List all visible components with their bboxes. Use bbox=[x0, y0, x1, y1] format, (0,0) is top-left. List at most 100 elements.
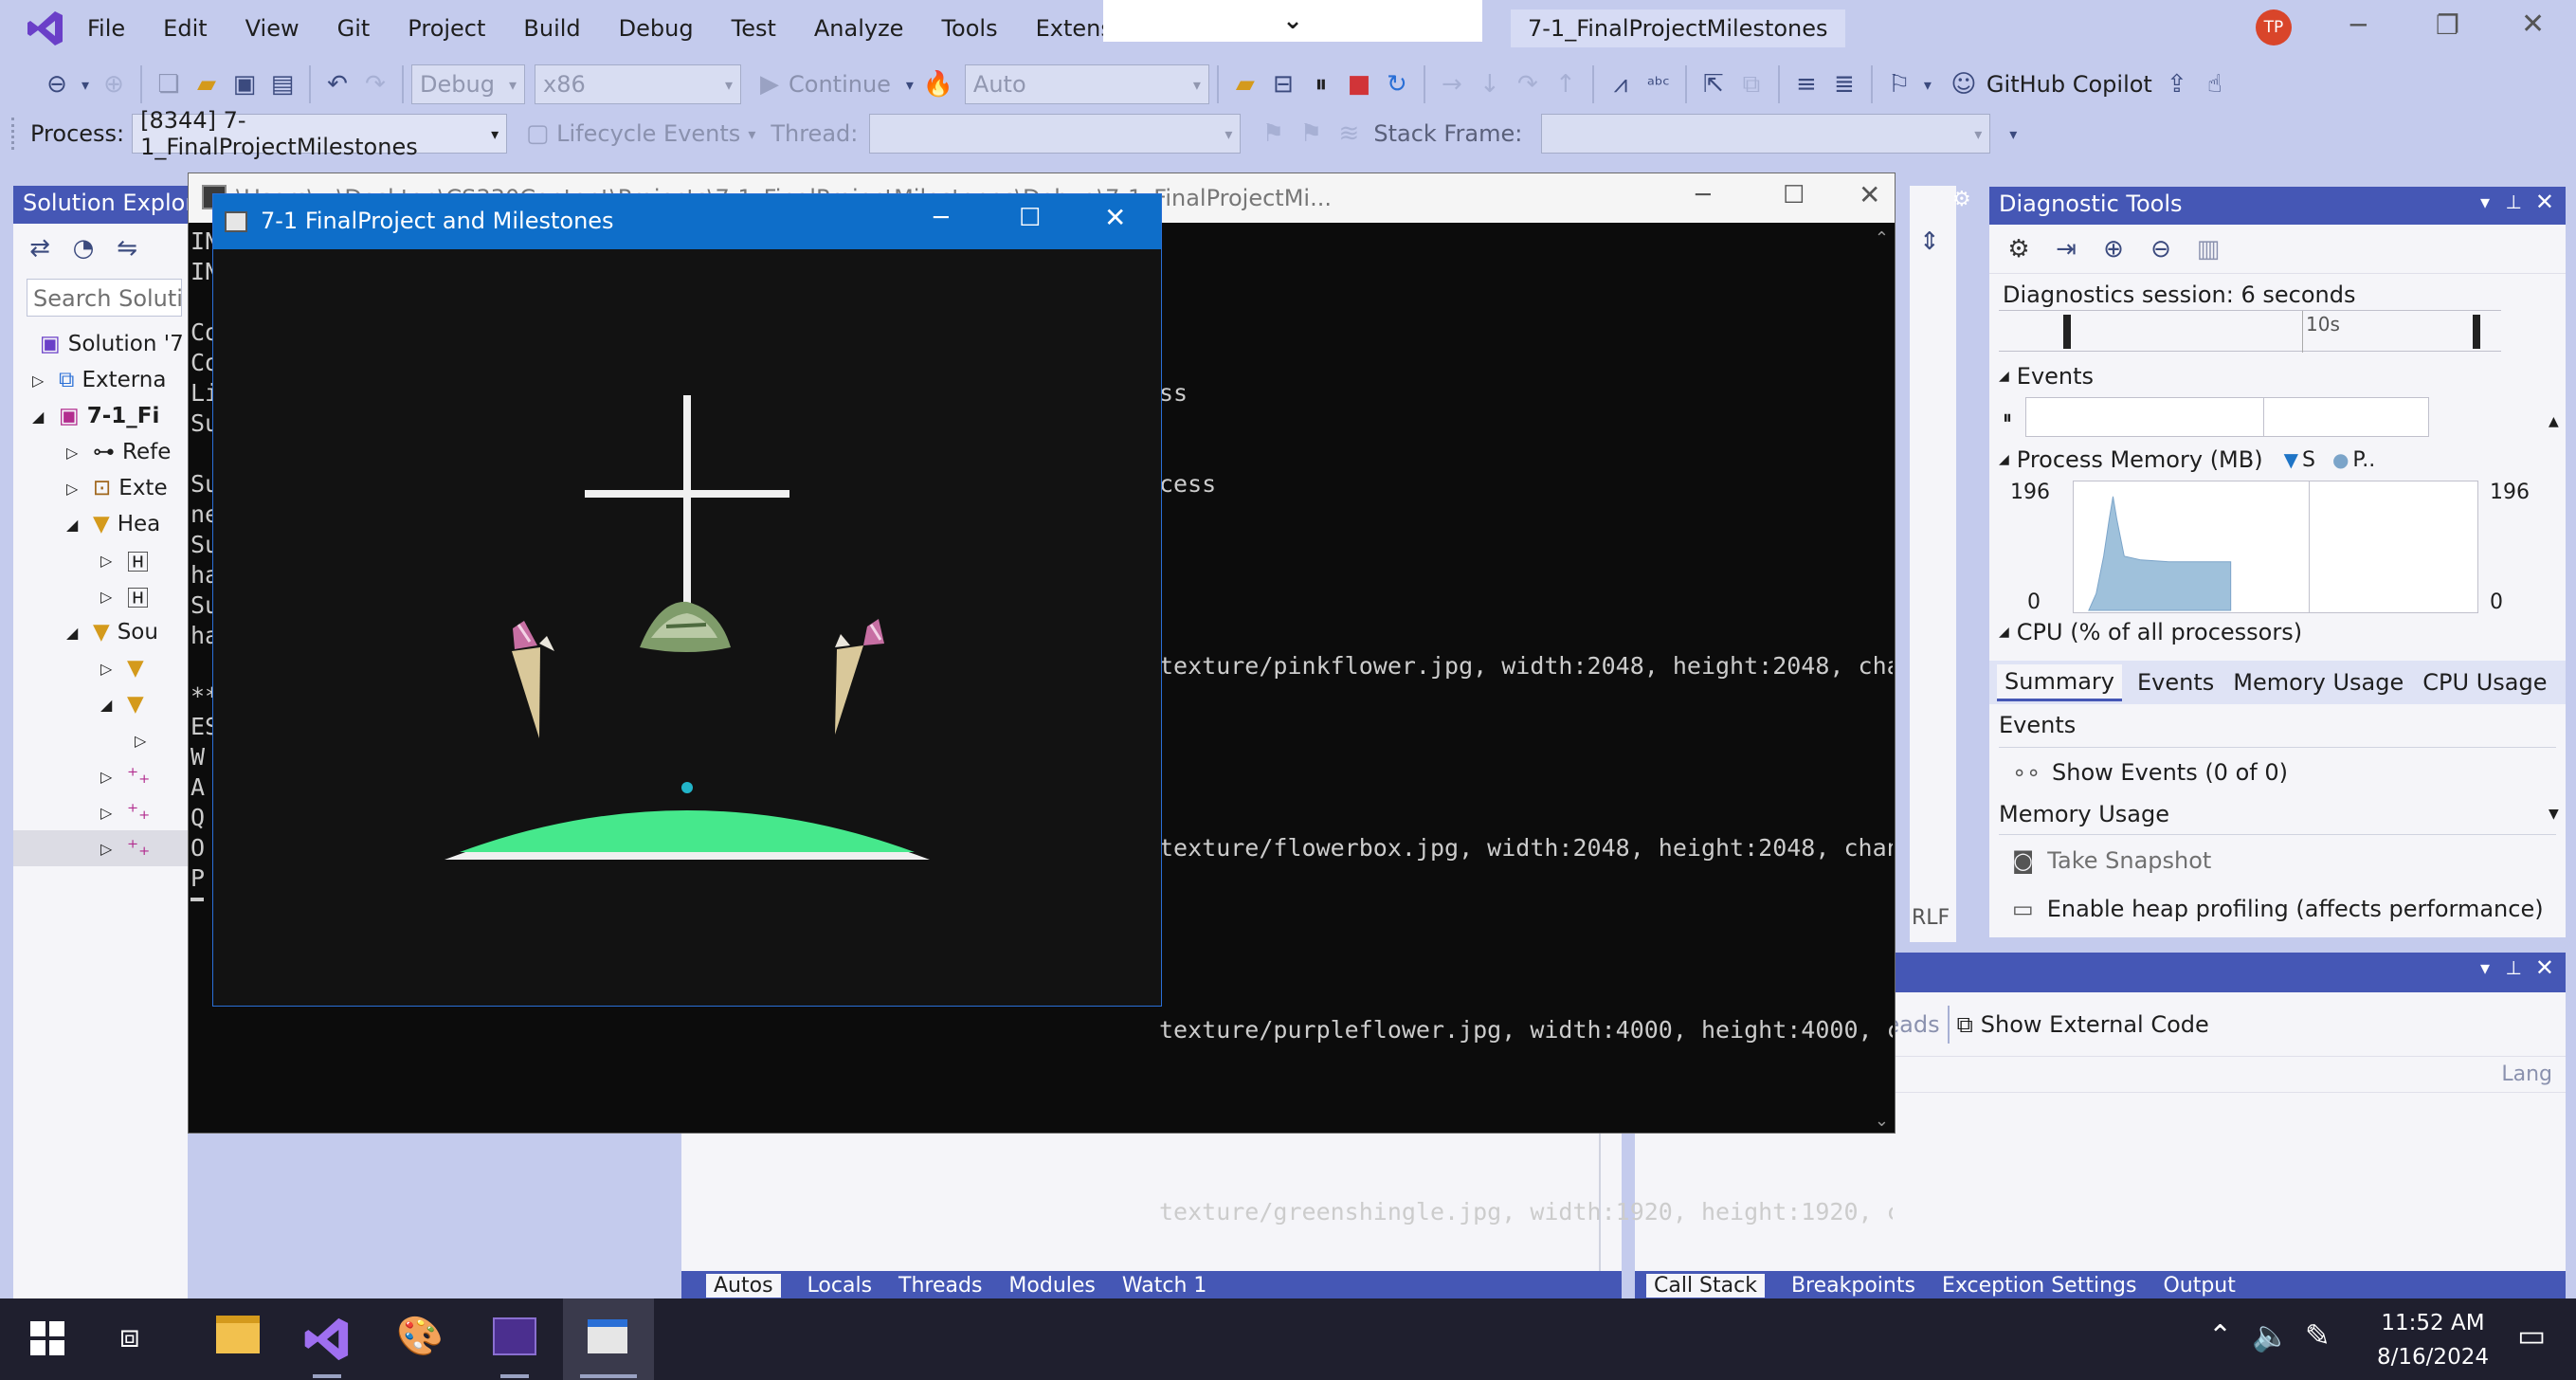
heap-profiling-row[interactable]: ▭ Enable heap profiling (affects perform… bbox=[1999, 886, 2556, 932]
restart-icon[interactable]: ↻ bbox=[1378, 65, 1416, 103]
feedback-icon[interactable]: ☝ bbox=[2196, 65, 2234, 103]
take-snapshot-row[interactable]: ◙ Take Snapshot bbox=[1999, 835, 2556, 886]
tree-item[interactable]: ▷ 🄷 bbox=[13, 542, 188, 578]
volume-icon[interactable]: 🔈 bbox=[2252, 1317, 2290, 1353]
forward-icon[interactable]: ⊕ bbox=[95, 65, 133, 103]
menu-build[interactable]: Build bbox=[523, 15, 580, 42]
lifecycle-icon[interactable]: ▢ bbox=[518, 115, 556, 153]
menu-tools[interactable]: Tools bbox=[941, 15, 997, 42]
paint-icon[interactable]: 🎨 bbox=[396, 1314, 444, 1358]
minimize-icon[interactable]: ─ bbox=[1696, 181, 1711, 209]
menu-edit[interactable]: Edit bbox=[163, 15, 207, 42]
chevron-expanded-icon[interactable]: ◢ bbox=[100, 696, 127, 714]
chevron-down-icon[interactable]: ▾ bbox=[900, 65, 919, 103]
chevron-right-icon[interactable]: ▷ bbox=[100, 840, 127, 858]
tab-events[interactable]: Events bbox=[2133, 665, 2218, 699]
zoom-in-icon[interactable]: ⊕ bbox=[2097, 230, 2130, 268]
continue-button[interactable]: Continue bbox=[789, 71, 891, 98]
tree-item[interactable]: ◢ ▼ Hea bbox=[13, 506, 188, 542]
save-icon[interactable]: ▣ bbox=[226, 65, 263, 103]
settings-icon[interactable]: ⚙ bbox=[2003, 230, 2035, 268]
tree-item[interactable]: ▷ 🄷 bbox=[13, 578, 188, 614]
show-external-code-button[interactable]: Show External Code bbox=[1981, 1011, 2209, 1038]
reset-view-icon[interactable]: ▥ bbox=[2192, 230, 2224, 268]
menu-test[interactable]: Test bbox=[732, 15, 776, 42]
pointer-icon[interactable]: ⇱ bbox=[1695, 65, 1732, 103]
hot-reload-icon[interactable]: 🔥 bbox=[919, 65, 957, 103]
chevron-right-icon[interactable]: ▷ bbox=[135, 732, 161, 750]
restore-icon[interactable]: ❐ bbox=[2436, 9, 2459, 41]
windows-start-icon[interactable] bbox=[28, 1319, 66, 1357]
tree-item[interactable]: ▷ ⁺₊ bbox=[13, 794, 188, 830]
tab-modules[interactable]: Modules bbox=[1008, 1274, 1095, 1298]
auto-select[interactable]: Auto ▾ bbox=[964, 64, 1209, 104]
spell-check-icon[interactable]: ᵃᵇᶜ bbox=[1640, 65, 1678, 103]
maximize-icon[interactable]: ☐ bbox=[1019, 204, 1041, 232]
chevron-right-icon[interactable]: ▷ bbox=[66, 444, 93, 462]
share-icon[interactable]: ⇪ bbox=[2158, 65, 2196, 103]
copilot-button[interactable]: GitHub Copilot bbox=[1986, 71, 2152, 98]
tab-summary[interactable]: Summary bbox=[1997, 663, 2122, 701]
chevron-right-icon[interactable]: ▷ bbox=[100, 588, 127, 606]
maximize-icon[interactable]: ☐ bbox=[1783, 181, 1805, 209]
configuration-select[interactable]: Debug ▾ bbox=[411, 64, 525, 104]
zoom-out-icon[interactable]: ⊖ bbox=[2145, 230, 2177, 268]
visual-studio-taskbar-icon[interactable] bbox=[301, 1314, 353, 1365]
tree-item[interactable]: ◢ ▣ 7-1_Fi bbox=[13, 398, 188, 434]
tab-exception-settings[interactable]: Exception Settings bbox=[1942, 1274, 2137, 1298]
tab-autos[interactable]: Autos bbox=[706, 1273, 781, 1298]
close-icon[interactable]: ✕ bbox=[1859, 179, 1880, 210]
indent-icon[interactable]: ≡ bbox=[1787, 65, 1825, 103]
redo-icon[interactable]: ↷ bbox=[356, 65, 394, 103]
scroll-down-icon[interactable]: ⌄ bbox=[1875, 1111, 1889, 1131]
events-section-header[interactable]: ◢ Events bbox=[1989, 357, 2566, 395]
clock[interactable]: 11:52 AM 8/16/2024 bbox=[2352, 1306, 2513, 1374]
flag-threads-icon[interactable]: ⚑ bbox=[1292, 115, 1330, 153]
stack-frame-icon[interactable]: ≋ bbox=[1330, 115, 1368, 153]
pause-icon[interactable]: ⏸ bbox=[2003, 406, 2012, 428]
solution-search-input[interactable]: Search Solution bbox=[27, 279, 182, 317]
sync-icon[interactable]: ⇄ bbox=[25, 229, 55, 267]
memory-section-header[interactable]: ◢ Process Memory (MB) ▼ S ● P.. bbox=[1989, 439, 2566, 481]
performance-icon[interactable]: ⩘ bbox=[1602, 65, 1640, 103]
diagnostic-scrollbar[interactable]: ▲ ▼ bbox=[2549, 414, 2562, 822]
split-icon[interactable]: ⇕ bbox=[1919, 227, 1940, 256]
close-icon[interactable]: ✕ bbox=[1104, 202, 1126, 233]
show-events-link[interactable]: Show Events (0 of 0) bbox=[2052, 759, 2288, 786]
tree-item[interactable]: ▷ ⁺₊ bbox=[13, 758, 188, 794]
crlf-label[interactable]: RLF bbox=[1912, 906, 1950, 930]
stop-icon[interactable]: ■ bbox=[1340, 65, 1378, 103]
chevron-right-icon[interactable]: ▷ bbox=[32, 372, 59, 390]
pin-icon[interactable]: ⊥ bbox=[2506, 956, 2522, 979]
vs-logo[interactable] bbox=[25, 8, 66, 49]
chevron-right-icon[interactable]: ▷ bbox=[100, 768, 127, 786]
tree-item[interactable]: ▷ bbox=[13, 722, 188, 758]
cpu-section-header[interactable]: ◢ CPU (% of all processors) bbox=[1989, 617, 2566, 647]
timeline-end-marker[interactable] bbox=[2473, 315, 2480, 349]
tab-memory-usage[interactable]: Memory Usage bbox=[2229, 665, 2407, 699]
file-explorer-icon[interactable] bbox=[216, 1316, 260, 1353]
dropdown-arrow-icon[interactable]: ▾ bbox=[76, 65, 95, 103]
close-icon[interactable]: ✕ bbox=[2535, 954, 2554, 981]
menu-analyze[interactable]: Analyze bbox=[814, 15, 904, 42]
chevron-up-icon[interactable]: ⌃ bbox=[2208, 1319, 2232, 1353]
chevron-expanded-icon[interactable]: ◢ bbox=[66, 516, 93, 534]
show-next-statement-icon[interactable]: → bbox=[1433, 65, 1471, 103]
bookmark-icon[interactable]: ⚐ bbox=[1880, 65, 1918, 103]
show-external-icon[interactable]: ⧉ bbox=[1957, 1011, 1973, 1038]
tab-output[interactable]: Output bbox=[2163, 1274, 2235, 1298]
step-out-icon[interactable]: ↑ bbox=[1547, 65, 1585, 103]
save-all-icon[interactable]: ▤ bbox=[263, 65, 301, 103]
open-folder-icon[interactable]: ▰ bbox=[188, 65, 226, 103]
scroll-down-icon[interactable]: ▼ bbox=[2549, 807, 2559, 822]
terminal-taskbar-icon[interactable] bbox=[493, 1317, 536, 1355]
tree-item[interactable]: ◢ ▼ Sou bbox=[13, 614, 188, 650]
play-icon[interactable]: ▶ bbox=[751, 65, 789, 103]
close-icon[interactable]: ✕ bbox=[2521, 8, 2545, 41]
step-over-icon[interactable]: ↷ bbox=[1509, 65, 1547, 103]
new-project-icon[interactable]: ❏ bbox=[150, 65, 188, 103]
copilot-icon[interactable]: ☺ bbox=[1945, 65, 1983, 103]
history-icon[interactable]: ◔ bbox=[68, 229, 99, 267]
scroll-up-icon[interactable]: ▲ bbox=[2549, 414, 2559, 429]
tree-item[interactable]: ▷ ⁺₊ bbox=[13, 830, 188, 866]
